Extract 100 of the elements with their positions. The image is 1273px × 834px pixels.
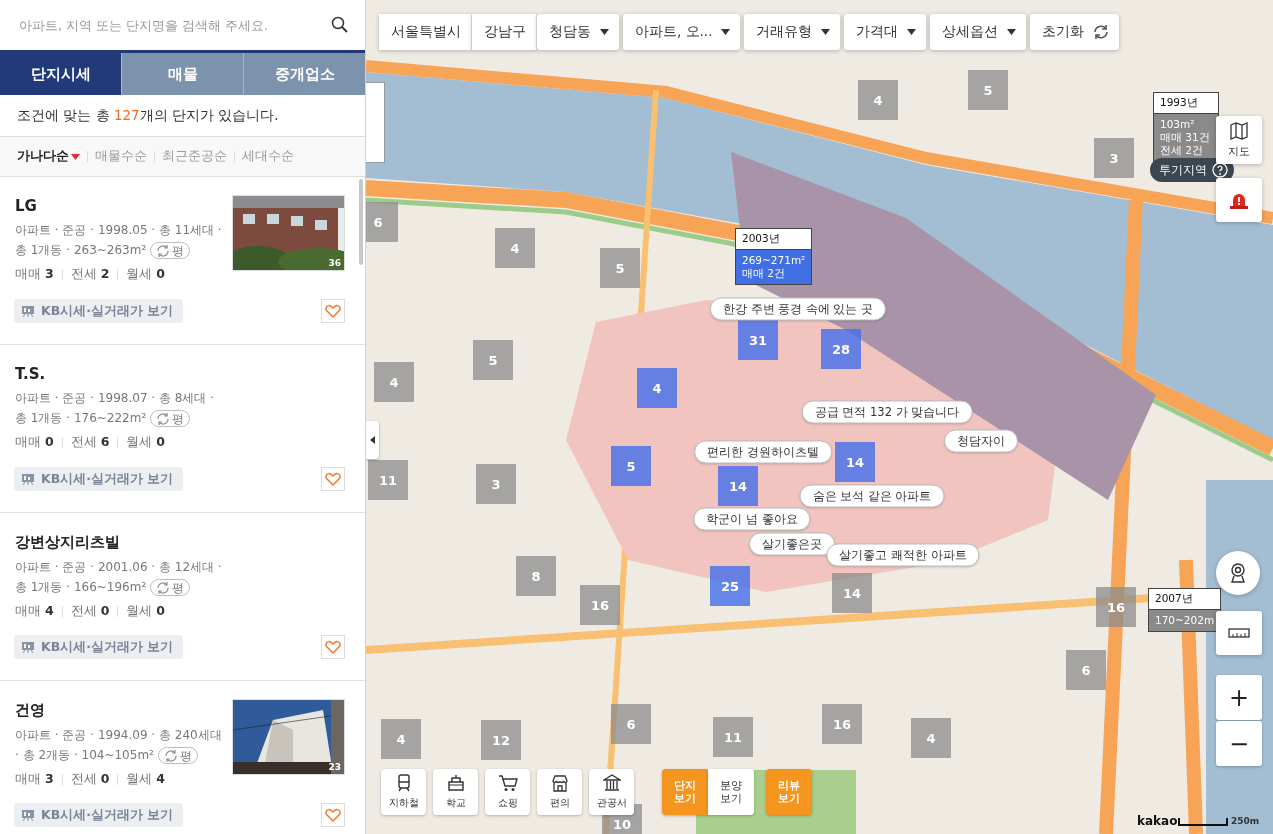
cluster-marker[interactable]: 16 [822,704,862,744]
favorite-button[interactable] [321,635,345,659]
cluster-marker[interactable]: 16 [1096,587,1136,627]
price-tooltip[interactable]: 2007년 170~202m [1148,588,1222,632]
kb-price-button[interactable]: KB시세·실거래가 보기 [14,299,184,323]
chart-board-icon [21,305,35,317]
filter-dropdown[interactable]: 거래유형 [744,14,841,50]
complex-name[interactable]: 건영 [15,701,229,720]
amenity-button[interactable]: 편의 [537,769,582,815]
filter-dropdown[interactable]: 아파트, 오... [623,14,741,50]
refresh-icon [1093,24,1110,40]
store-icon [550,774,569,792]
cluster-marker[interactable]: 12 [481,720,521,760]
zoom-out-button[interactable]: − [1216,721,1262,766]
cluster-marker[interactable]: 3 [476,464,516,504]
review-bubble[interactable]: 공급 면적 132 가 맞습니다 [801,400,973,424]
complex-name[interactable]: 강변상지리츠빌 [15,533,229,552]
review-bubble[interactable]: 한강 주변 풍경 속에 있는 곳 [709,297,887,321]
view-toggle[interactable]: 리뷰 보기 [766,769,812,815]
sort-option[interactable]: 매물수순 [95,148,147,165]
review-bubble[interactable]: 편리한 경원하이츠텔 [694,440,832,464]
tab[interactable]: 단지시세 [0,53,121,95]
view-toggle[interactable]: 분양 보기 [708,769,754,815]
sort-option[interactable]: 최근준공순 [162,148,227,165]
cluster-marker[interactable]: 5 [611,446,651,486]
kb-price-button[interactable]: KB시세·실거래가 보기 [14,803,184,827]
breadcrumb-item[interactable]: 강남구 [472,14,537,50]
alert-button[interactable] [1216,178,1262,222]
school-icon [446,774,465,792]
photo-count: 23 [328,762,341,772]
map-type-button[interactable]: 지도 [1216,116,1262,164]
cluster-marker[interactable]: 25 [710,566,750,606]
amenity-button[interactable]: 지하철 [381,769,426,815]
view-toggle[interactable]: 단지 보기 [662,769,708,815]
listing-count: 월세 0 [126,434,166,451]
tooltip-line: 269~271m² [742,254,806,267]
amenity-button[interactable]: 쇼핑 [485,769,530,815]
review-bubble[interactable]: 청담자이 [944,429,1018,453]
review-bubble[interactable]: 숨은 보석 같은 아파트 [799,484,945,508]
favorite-button[interactable] [321,299,345,323]
tooltip-line: 전세 2건 [1160,144,1205,157]
cluster-marker[interactable]: 4 [374,362,414,402]
breadcrumb-item[interactable]: 서울특별시 [379,14,472,50]
cluster-marker[interactable]: 16 [580,585,620,625]
cluster-marker[interactable]: 8 [516,556,556,596]
cluster-marker[interactable]: 4 [858,80,898,120]
chart-board-icon [21,641,35,653]
cluster-marker[interactable]: 6 [611,704,651,744]
amenity-button[interactable]: 관공서 [589,769,634,815]
review-bubble[interactable]: 살기좋은곳 [749,532,835,556]
zoom-in-button[interactable]: + [1216,675,1262,720]
price-tooltip[interactable]: 1993년 103m² 매매 31건 전세 2건 [1153,92,1219,162]
zone-label: 투기지역 [1159,161,1207,179]
complex-name[interactable]: LG [15,197,229,215]
cluster-marker[interactable]: 14 [718,466,758,506]
cluster-marker[interactable]: 14 [832,573,872,613]
listing-count: 월세 4 [126,771,166,788]
cluster-marker[interactable]: 3 [1094,138,1134,178]
cluster-marker[interactable]: 5 [600,248,640,288]
kb-price-button[interactable]: KB시세·실거래가 보기 [14,467,184,491]
complex-name[interactable]: T.S. [15,365,229,383]
tab[interactable]: 중개업소 [243,53,365,95]
cluster-marker[interactable]: 4 [495,228,535,268]
favorite-button[interactable] [321,467,345,491]
favorite-button[interactable] [321,803,345,827]
cluster-marker[interactable]: 6 [1066,650,1106,690]
filter-dropdown[interactable]: 청담동 [537,14,619,50]
cluster-marker[interactable]: 6 [366,202,398,242]
photo-count: 36 [328,258,341,268]
cluster-marker[interactable]: 4 [911,718,951,758]
folded-map-icon [1230,121,1248,140]
search-icon[interactable] [331,16,349,34]
amenity-button[interactable]: 학교 [433,769,478,815]
filter-dropdown[interactable]: 가격대 [844,14,927,50]
review-bubble[interactable]: 살기좋고 쾌적한 아파트 [826,543,980,567]
cluster-marker[interactable]: 11 [368,460,408,500]
filter-dropdown[interactable]: 상세옵션 [930,14,1027,50]
cluster-marker[interactable]: 14 [835,442,875,482]
scrollbar[interactable] [359,179,363,265]
cluster-marker[interactable]: 5 [473,340,513,380]
cluster-marker[interactable]: 28 [821,329,861,369]
sort-option[interactable]: 세대수순 [242,148,294,165]
cluster-marker[interactable]: 11 [713,717,753,757]
cluster-marker[interactable]: 31 [738,320,778,360]
cluster-marker[interactable]: 4 [381,719,421,759]
review-bubble[interactable]: 학군이 넘 좋아요 [693,507,811,531]
cluster-marker[interactable]: 5 [968,70,1008,110]
collapse-panel-button[interactable] [366,421,379,459]
distance-button[interactable] [1216,611,1262,655]
cluster-marker[interactable]: 4 [637,368,677,408]
sort-option[interactable]: 가나다순 [17,148,80,165]
listing-count: 전세 2 [70,266,110,283]
price-tooltip[interactable]: 2003년 269~271m² 매매 2건 [735,228,813,285]
chart-board-icon [21,809,35,821]
listing-count: 매매 4 [15,603,54,620]
collapsed-panel-tab[interactable] [366,82,385,163]
tab[interactable]: 매물 [121,53,243,95]
heart-icon [325,640,341,654]
reset-button[interactable]: 초기화 [1030,14,1120,50]
kb-price-button[interactable]: KB시세·실거래가 보기 [14,635,184,659]
